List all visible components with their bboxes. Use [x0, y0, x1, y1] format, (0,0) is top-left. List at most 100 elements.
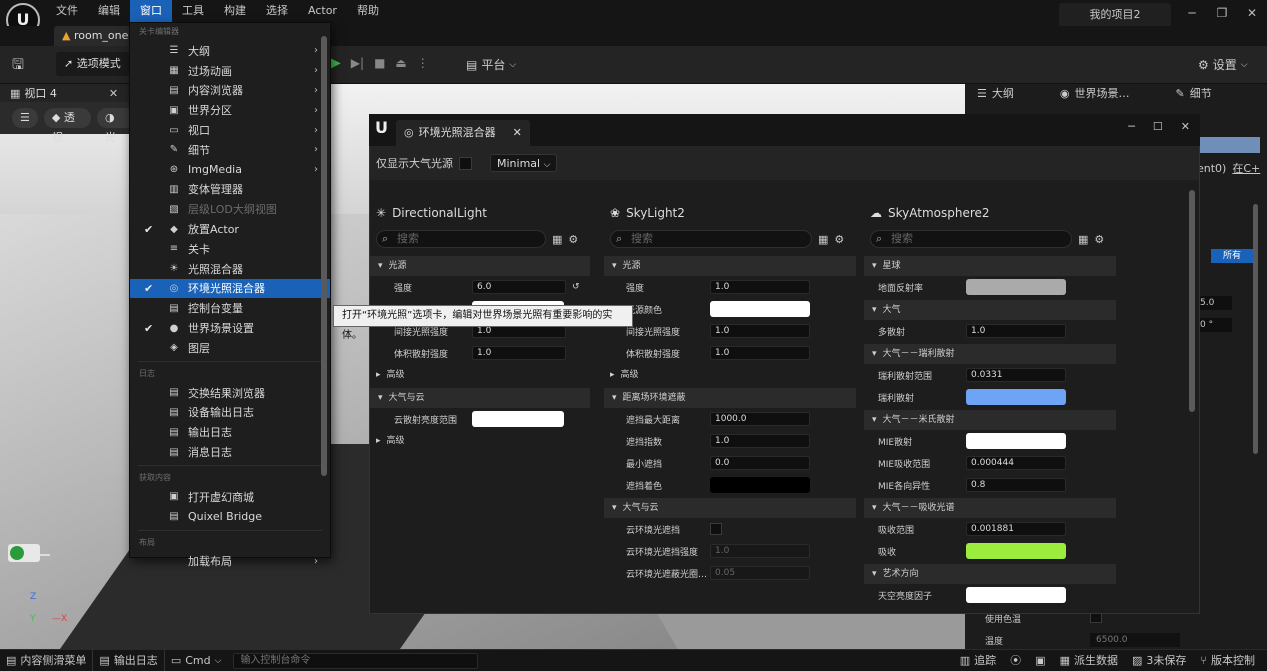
property-value[interactable]: 0.001881 [966, 522, 1066, 536]
unsaved-button[interactable]: ▨ 3未保存 [1126, 650, 1192, 671]
menu-item-viewport[interactable]: ▭ 视口 › [130, 120, 330, 140]
minimize-icon[interactable]: ─ [1128, 120, 1135, 133]
category-header[interactable]: ▾ 星球 [864, 256, 1116, 276]
menu-item-content-browser[interactable]: ▤ 内容浏览器 › [130, 81, 330, 101]
gear-icon[interactable]: ⚙ [1094, 233, 1104, 246]
intensity-value[interactable]: 5.0 [1197, 296, 1232, 310]
platform-button[interactable]: ▤ 平台 ⌵ [466, 56, 516, 73]
property-value[interactable]: 1000.0 [710, 412, 810, 426]
property-value[interactable]: 1.0 [710, 324, 810, 338]
menu-item-console-variables[interactable]: ▤ 控制台变量 [130, 298, 330, 318]
category-header[interactable]: ▾ 光源 [370, 256, 590, 276]
category-header[interactable]: ▾ 艺术方向 [864, 564, 1116, 584]
menu-item-2[interactable]: 窗口 [130, 0, 172, 22]
temperature-value[interactable]: 6500.0 [1090, 633, 1180, 647]
menu-item-1[interactable]: 编辑 [88, 0, 130, 22]
color-swatch[interactable] [966, 543, 1066, 559]
menu-item-levels[interactable]: ≡ 关卡 [130, 239, 330, 259]
advanced-toggle[interactable]: ▸ 高级 [604, 364, 856, 386]
property-value[interactable]: 0.0331 [966, 368, 1066, 382]
camera-icon[interactable]: ▣ [1029, 650, 1051, 671]
menu-item-message-log[interactable]: ▤ 消息日志 [130, 442, 330, 462]
viewport-tab[interactable]: ▦ 视口 4 ✕ [0, 84, 135, 102]
property-value[interactable]: 6.0 [472, 280, 566, 294]
property-value[interactable]: 0.8 [966, 478, 1066, 492]
menu-item-3[interactable]: 工具 [172, 0, 214, 22]
minimize-icon[interactable]: ─ [1177, 0, 1207, 26]
color-swatch[interactable] [966, 389, 1066, 405]
component-cpp-link[interactable]: 在C+ [1232, 160, 1260, 176]
menu-item-env-light-mixer[interactable]: ✔ ◎ 环境光照混合器 [130, 278, 330, 299]
viewport-badge[interactable] [8, 544, 40, 562]
category-header[interactable]: ▾ 光源 [604, 256, 856, 276]
selection-mode-button[interactable]: ➚ 选项模式 [56, 52, 129, 76]
menu-item-load-layout[interactable]: 加载布局 › [130, 552, 330, 572]
color-swatch[interactable] [710, 301, 810, 317]
viewport-options-button[interactable]: ☰ [12, 108, 38, 128]
color-swatch[interactable] [710, 477, 810, 493]
menu-item-device-log[interactable]: ▤ 设备输出日志 [130, 403, 330, 423]
mixer-scrollbar[interactable] [1189, 190, 1195, 412]
menu-item-cinematics[interactable]: ▦ 过场动画 › [130, 61, 330, 81]
close-icon[interactable]: ✕ [1181, 120, 1190, 133]
panel-scrollbar[interactable] [1253, 204, 1258, 454]
color-swatch[interactable] [472, 411, 564, 427]
property-value[interactable]: 1.0 [710, 346, 810, 360]
right-tab-1[interactable]: ◉ 世界场景… [1052, 84, 1138, 104]
menu-item-details[interactable]: ✎ 细节 › [130, 140, 330, 160]
property-value[interactable]: 1.0 [710, 280, 810, 294]
menu-item-imgmedia[interactable]: ⊛ ImgMedia › [130, 160, 330, 180]
property-checkbox[interactable] [710, 523, 722, 535]
menu-item-6[interactable]: Actor [298, 0, 347, 22]
property-value[interactable]: 1.0 [710, 434, 810, 448]
menu-item-world-settings[interactable]: ✔ ● 世界场景设置 [130, 318, 330, 338]
output-log-button[interactable]: ▤ 输出日志 [92, 649, 163, 671]
advanced-toggle[interactable]: ▸ 高级 [370, 364, 590, 386]
right-tab-2[interactable]: ✎ 细节 [1167, 84, 1219, 104]
reset-icon[interactable]: ↺ [572, 282, 580, 292]
cmd-button[interactable]: ▭ Cmd ⌵ [163, 649, 228, 671]
mode-dropdown[interactable]: Minimal ⌵ [490, 154, 558, 172]
console-input[interactable] [233, 652, 479, 669]
eject-icon[interactable]: ⏏ [395, 56, 406, 70]
all-filter-button[interactable]: 所有 [1211, 249, 1253, 263]
gear-icon[interactable]: ⚙ [568, 233, 578, 246]
mixer-tab[interactable]: ◎ 环境光照混合器 ✕ [396, 120, 530, 146]
category-header[interactable]: ▾ 大气与云 [370, 388, 590, 408]
stop-icon[interactable]: ■ [374, 56, 385, 70]
menu-item-marketplace[interactable]: ▣ 打开虚幻商城 [130, 487, 330, 507]
property-value[interactable]: 1.0 [472, 346, 566, 360]
only-atmosphere-checkbox[interactable] [459, 156, 472, 170]
menu-item-5[interactable]: 选择 [256, 0, 298, 22]
step-icon[interactable]: ▶| [351, 56, 364, 70]
property-value[interactable]: 0.0 [710, 456, 810, 470]
close-icon[interactable]: ✕ [513, 120, 522, 146]
menu-item-0[interactable]: 文件 [46, 0, 88, 22]
perspective-button[interactable]: ◆ 透视 [43, 108, 91, 144]
trace-button[interactable]: ▥ 追踪 [954, 650, 1002, 671]
menu-item-7[interactable]: 帮助 [347, 0, 389, 22]
save-icon[interactable]: 🖫 [12, 54, 24, 78]
color-swatch[interactable] [966, 433, 1066, 449]
menu-item-outline[interactable]: ☰ 大纲 › [130, 41, 330, 61]
more-icon[interactable]: ⋮ [417, 56, 429, 70]
advanced-toggle[interactable]: ▸ 高级 [370, 430, 590, 452]
right-tab-0[interactable]: ☰ 大纲 [969, 84, 1022, 104]
menu-scrollbar[interactable] [321, 36, 327, 476]
settings-button[interactable]: ⚙ 设置 ⌵ [1198, 56, 1248, 73]
angle-value[interactable]: 0 ° [1197, 318, 1232, 332]
close-icon[interactable]: ✕ [109, 87, 118, 100]
table-icon[interactable]: ▦ [552, 233, 562, 246]
play-icon[interactable]: ▶ [330, 55, 341, 71]
column-search[interactable]: ⌕ 搜索 [610, 230, 812, 248]
derived-data-button[interactable]: ▦ 派生数据 [1054, 650, 1124, 671]
color-swatch[interactable] [966, 587, 1066, 603]
record-icon[interactable]: ⦿ [1004, 650, 1027, 671]
property-value[interactable]: 1.0 [966, 324, 1066, 338]
menu-item-light-mixer[interactable]: ☀ 光照混合器 [130, 259, 330, 279]
category-header[interactable]: ▾ 大气－－米氏散射 [864, 410, 1116, 430]
category-header[interactable]: ▾ 大气 [864, 300, 1116, 320]
table-icon[interactable]: ▦ [1078, 233, 1088, 246]
column-search[interactable]: ⌕ 搜索 [870, 230, 1072, 248]
category-header[interactable]: ▾ 大气与云 [604, 498, 856, 518]
